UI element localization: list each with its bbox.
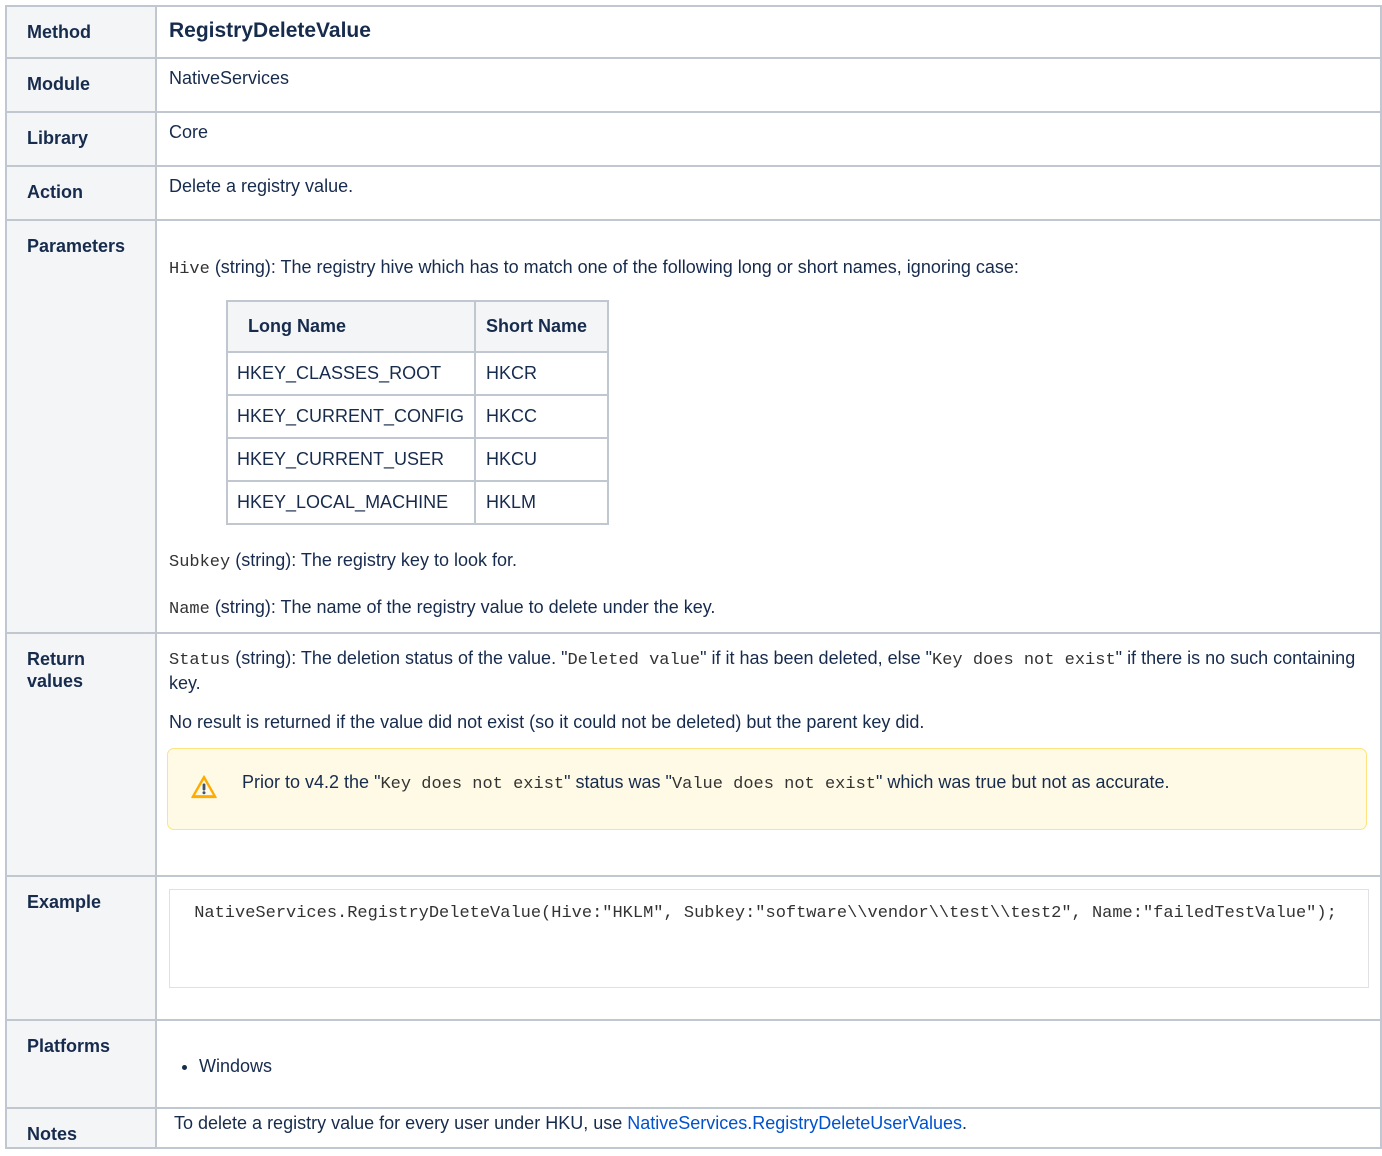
table-row: HKEY_CLASSES_ROOT HKCR bbox=[225, 351, 610, 396]
hive-short-name: HKCC bbox=[474, 394, 610, 439]
notes-link[interactable]: NativeServices.RegistryDeleteUserValues bbox=[627, 1113, 962, 1133]
platforms-label: Platforms bbox=[27, 1036, 111, 1056]
example-label: Example bbox=[27, 892, 102, 912]
table-row: HKEY_CURRENT_USER HKCU bbox=[225, 437, 610, 482]
action-value: Delete a registry value. bbox=[169, 176, 354, 196]
row-header-notes: Notes bbox=[5, 1107, 157, 1149]
row-header-action: Action bbox=[5, 165, 157, 221]
platforms-list: Windows bbox=[169, 1055, 1366, 1077]
hive-long-name: HKEY_CURRENT_CONFIG bbox=[225, 394, 477, 439]
row-module: Module NativeServices bbox=[5, 57, 1382, 113]
return-status: Status (string): The deletion status of … bbox=[169, 647, 1366, 694]
notes-after: . bbox=[962, 1113, 968, 1133]
param-name-desc: (string): The name of the registry value… bbox=[209, 597, 716, 617]
table-row: HKEY_LOCAL_MACHINE HKLM bbox=[225, 480, 610, 525]
method-name: RegistryDeleteValue bbox=[169, 19, 371, 42]
param-name-code: Name bbox=[169, 600, 210, 619]
row-method: Method RegistryDeleteValue bbox=[5, 5, 1382, 59]
module-value: NativeServices bbox=[169, 68, 290, 88]
row-header-method: Method bbox=[5, 5, 157, 59]
row-action: Action Delete a registry value. bbox=[5, 165, 1382, 221]
param-subkey-desc: (string): The registry key to look for. bbox=[230, 550, 517, 570]
return-label-line1: Return bbox=[27, 649, 85, 669]
param-hive-code: Hive bbox=[169, 260, 210, 279]
library-label: Library bbox=[27, 128, 89, 148]
hive-names-table: Long Name Short Name HKEY_CLASSES_ROOT HK… bbox=[225, 300, 610, 525]
warning-icon bbox=[191, 775, 217, 799]
deleted-value-code: Deleted value bbox=[567, 651, 701, 670]
action-label: Action bbox=[27, 182, 83, 202]
notes-text: To delete a registry value for every use… bbox=[174, 1113, 628, 1133]
warning-text-part: " status was " bbox=[564, 772, 672, 792]
no-result-note: No result is returned if the value did n… bbox=[169, 712, 925, 732]
row-header-module: Module bbox=[5, 57, 157, 113]
status-text: (string): The deletion status of the val… bbox=[230, 648, 568, 668]
row-library: Library Core bbox=[5, 111, 1382, 167]
row-platforms: Platforms Windows bbox=[5, 1019, 1382, 1109]
hive-long-name: HKEY_LOCAL_MACHINE bbox=[225, 480, 477, 525]
row-header-library: Library bbox=[5, 111, 157, 167]
hive-long-name: HKEY_CURRENT_USER bbox=[225, 437, 477, 482]
warning-code: Value does not exist bbox=[671, 775, 876, 794]
notes-label: Notes bbox=[27, 1124, 78, 1144]
param-name: Name (string): The name of the registry … bbox=[169, 596, 1366, 621]
param-hive: Hive (string): The registry hive which h… bbox=[169, 256, 1366, 281]
param-subkey: Subkey (string): The registry key to loo… bbox=[169, 549, 1366, 574]
module-label: Module bbox=[27, 74, 90, 94]
row-notes: Notes To delete a registry value for eve… bbox=[5, 1107, 1382, 1149]
row-header-return-values: Return values bbox=[5, 632, 157, 877]
status-code: Status bbox=[169, 651, 231, 670]
warning-text-part: Prior to v4.2 the " bbox=[242, 772, 381, 792]
table-row: HKEY_CURRENT_CONFIG HKCC bbox=[225, 394, 610, 439]
row-parameters: Parameters Hive (string): The registry h… bbox=[5, 219, 1382, 634]
hive-header-short: Short Name bbox=[474, 300, 610, 353]
key-not-exist-code: Key does not exist bbox=[932, 651, 1116, 670]
code-block[interactable]: NativeServices.RegistryDeleteValue(Hive:… bbox=[169, 889, 1369, 988]
hive-short-name: HKCR bbox=[474, 351, 610, 396]
warning-text: Prior to v4.2 the "Key does not exist" s… bbox=[242, 771, 1170, 796]
param-hive-desc: (string): The registry hive which has to… bbox=[209, 257, 1019, 277]
return-label-line2: values bbox=[27, 671, 84, 691]
warning-panel: Prior to v4.2 the "Key does not exist" s… bbox=[167, 748, 1367, 830]
method-label: Method bbox=[27, 22, 91, 42]
method-table: Method RegistryDeleteValue Module Native… bbox=[5, 5, 1382, 1149]
hive-short-name: HKLM bbox=[474, 480, 610, 525]
row-return-values: Return values Status (string): The delet… bbox=[5, 632, 1382, 877]
return-values-label: Return values bbox=[7, 634, 155, 692]
method-reference-table: Method RegistryDeleteValue Module Native… bbox=[5, 5, 1382, 1149]
hive-short-name: HKCU bbox=[474, 437, 610, 482]
list-item: Windows bbox=[199, 1055, 1366, 1077]
row-example: Example NativeServices.RegistryDeleteVal… bbox=[5, 875, 1382, 1021]
parameters-label: Parameters bbox=[27, 236, 126, 256]
row-header-platforms: Platforms bbox=[5, 1019, 157, 1109]
status-text: " if it has been deleted, else " bbox=[700, 648, 933, 668]
row-header-example: Example bbox=[5, 875, 157, 1021]
library-value: Core bbox=[169, 122, 209, 142]
warning-text-part: " which was true but not as accurate. bbox=[875, 772, 1170, 792]
row-header-parameters: Parameters bbox=[5, 219, 157, 634]
hive-long-name: HKEY_CLASSES_ROOT bbox=[225, 351, 477, 396]
param-subkey-code: Subkey bbox=[169, 553, 231, 572]
warning-code: Key does not exist bbox=[380, 775, 565, 794]
hive-header-long: Long Name bbox=[225, 300, 477, 353]
